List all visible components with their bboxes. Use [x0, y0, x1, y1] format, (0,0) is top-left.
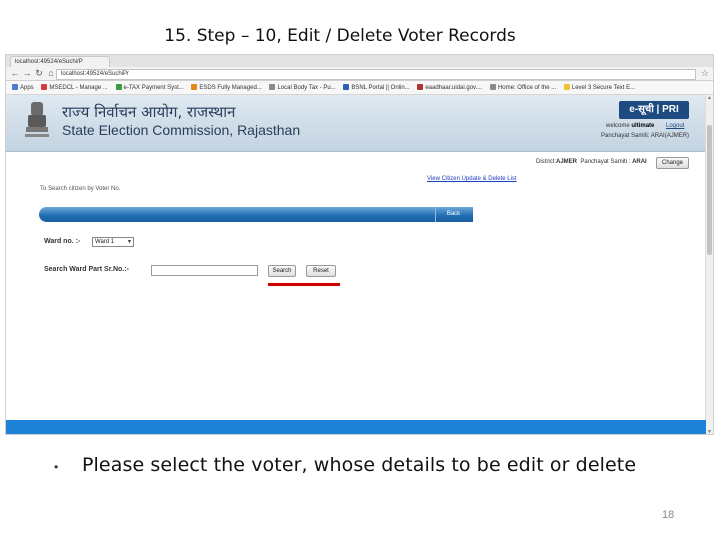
ward-selected-value: Ward 1	[95, 239, 115, 245]
welcome-text: welcome ultimate	[606, 123, 655, 129]
bookmark-item[interactable]: BSNL Portal || Onlin...	[343, 84, 410, 91]
change-button[interactable]: Change	[656, 157, 689, 169]
bookmark-item[interactable]: MSEDCL - Manage ...	[41, 84, 108, 91]
panchayat-info: Panchayat Samiti: ARAI(AJMER)	[601, 133, 690, 139]
page-icon	[417, 84, 424, 90]
highlight-underline	[268, 283, 340, 286]
search-caption: To Search citizen by Voter No.	[40, 186, 121, 192]
scroll-down-icon[interactable]: ▼	[707, 429, 712, 434]
page-number: 18	[662, 509, 675, 521]
page-icon	[489, 84, 496, 90]
browser-toolbar: localhost:49524/eSuchi/P ← → ↻ ⌂ localho…	[6, 55, 713, 81]
bookmark-apps[interactable]: Apps	[12, 84, 34, 91]
slide-title: 15. Step – 10, Edit / Delete Voter Recor…	[164, 26, 516, 46]
bookmark-item[interactable]: eaadhaar.uidai.gov....	[417, 84, 482, 91]
english-title: State Election Commission, Rajasthan	[62, 122, 301, 138]
view-update-delete-list-link[interactable]: View Citizen Update & Delete List	[427, 176, 517, 182]
serial-number-label: Search Ward Part Sr.No.:-	[44, 266, 129, 273]
page-icon	[41, 84, 48, 90]
tab-strip: localhost:49524/eSuchi/P	[6, 55, 713, 67]
page-icon	[115, 84, 122, 90]
back-arrow-icon[interactable]: ←	[10, 68, 20, 78]
bookmark-item[interactable]: e-TAX Payment Syst...	[115, 84, 184, 91]
district-info: District:AJMER Panchayat Samiti : ARAI	[536, 159, 647, 165]
bookmarks-bar: Apps MSEDCL - Manage ... e-TAX Payment S…	[6, 81, 713, 95]
serial-number-input[interactable]	[151, 265, 258, 276]
esuchi-logo: e-सूची | PRI	[619, 101, 689, 119]
bottom-stripe	[6, 420, 706, 434]
page-icon	[191, 84, 198, 90]
page-icon	[269, 84, 276, 90]
address-bar[interactable]: localhost:49524/eSuchiPr	[56, 69, 696, 80]
bullet-icon: •	[54, 460, 59, 474]
browser-tab[interactable]: localhost:49524/eSuchi/P	[10, 56, 110, 67]
bookmark-item[interactable]: ESDS Fully Managed...	[191, 84, 262, 91]
scroll-up-icon[interactable]: ▲	[707, 95, 712, 101]
bullet-text: Please select the voter, whose details t…	[82, 454, 637, 476]
bookmark-item[interactable]: Level 3 Secure Text E...	[563, 84, 635, 91]
site-header: राज्य निर्वाचन आयोग, राजस्थान State Elec…	[6, 95, 706, 152]
back-button[interactable]: Back	[435, 207, 471, 222]
emblem-icon	[25, 102, 49, 137]
reload-icon[interactable]: ↻	[34, 68, 44, 79]
page-icon	[563, 84, 570, 90]
home-icon[interactable]: ⌂	[46, 68, 56, 78]
search-button[interactable]: Search	[268, 265, 296, 277]
ward-label: Ward no. :-	[44, 238, 81, 245]
chevron-down-icon: ▼	[127, 239, 132, 245]
scrollbar[interactable]: ▲ ▼	[705, 95, 713, 434]
ward-select[interactable]: Ward 1 ▼	[92, 237, 134, 247]
page-icon	[343, 84, 350, 90]
reset-button[interactable]: Reset	[306, 265, 336, 277]
section-bar	[39, 207, 473, 222]
bookmark-item[interactable]: Local Body Tax - Pu...	[269, 84, 336, 91]
scrollbar-thumb[interactable]	[707, 125, 712, 255]
screenshot-frame: localhost:49524/eSuchi/P ← → ↻ ⌂ localho…	[5, 54, 714, 435]
hindi-title: राज्य निर्वाचन आयोग, राजस्थान	[62, 103, 236, 121]
star-icon[interactable]: ☆	[701, 68, 709, 79]
logout-link[interactable]: Logout	[666, 123, 684, 129]
forward-arrow-icon[interactable]: →	[22, 68, 32, 78]
bookmark-item[interactable]: Home: Office of the ...	[489, 84, 556, 91]
apps-icon	[12, 84, 18, 90]
